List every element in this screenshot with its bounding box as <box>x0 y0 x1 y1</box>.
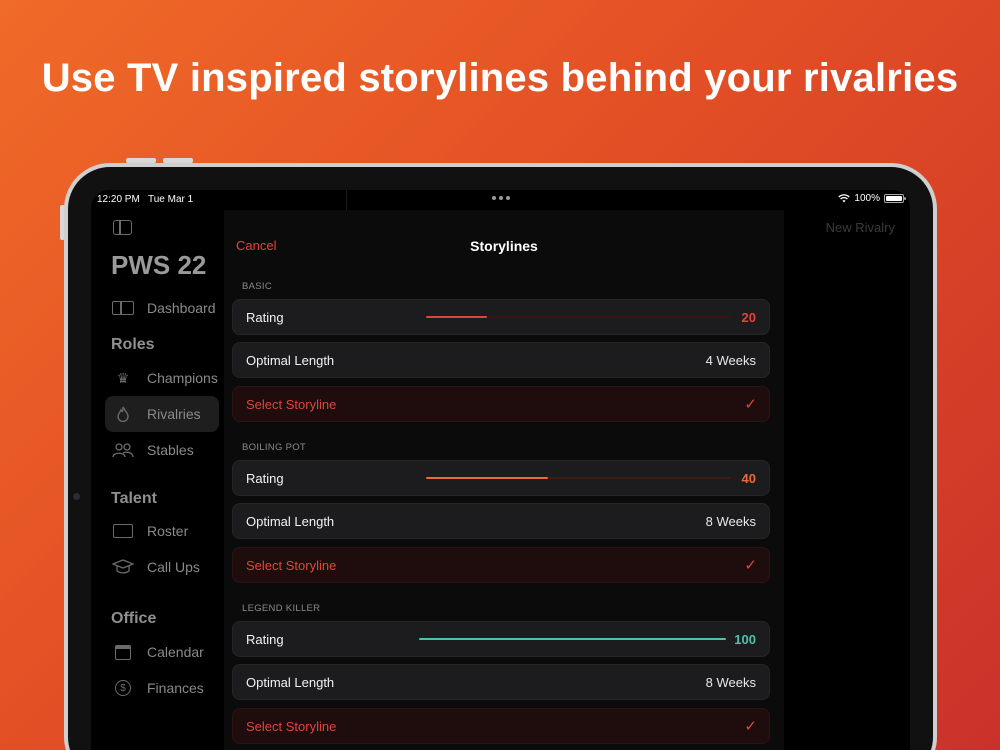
dashboard-icon <box>111 299 135 317</box>
rating-label: Rating <box>246 470 284 486</box>
sidebar-item-dashboard[interactable]: Dashboard <box>105 290 219 326</box>
sidebar-item-label: Champions <box>147 370 218 386</box>
optimal-length-label: Optimal Length <box>246 674 335 690</box>
status-right: 100% <box>838 193 906 204</box>
sidebar-item-label: Finances <box>147 680 204 696</box>
sidebar-item-callups[interactable]: Call Ups <box>105 549 219 585</box>
sidebar-item-label: Stables <box>147 442 194 458</box>
sidebar-item-label: Roster <box>147 523 189 539</box>
sidebar-item-label: Rivalries <box>147 406 201 422</box>
rating-label: Rating <box>246 309 284 325</box>
screen: 12:20 PM Tue Mar 1 100% PWS 22 Dashboard… <box>91 190 910 750</box>
battery-percent: 100% <box>854 193 880 204</box>
status-bar: 12:20 PM Tue Mar 1 100% <box>91 190 910 210</box>
select-storyline-button[interactable]: Select Storyline ✓ <box>232 708 770 744</box>
rating-row: Rating 40 <box>232 460 770 496</box>
optimal-length-value: 8 Weeks <box>705 513 756 529</box>
rating-slider[interactable] <box>426 477 731 479</box>
select-storyline-button[interactable]: Select Storyline ✓ <box>232 386 770 422</box>
rating-value: 20 <box>741 309 756 325</box>
optimal-length-row: Optimal Length 8 Weeks <box>232 664 770 700</box>
battery-icon <box>884 194 906 203</box>
optimal-length-value: 8 Weeks <box>705 674 756 690</box>
sidebar-item-rivalries[interactable]: Rivalries <box>105 396 219 432</box>
rating-value: 100 <box>734 631 756 647</box>
optimal-length-label: Optimal Length <box>246 352 335 368</box>
rating-slider[interactable] <box>426 316 731 318</box>
select-storyline-label: Select Storyline <box>246 396 337 412</box>
status-time: 12:20 PM <box>97 194 140 205</box>
wifi-icon <box>838 194 851 203</box>
sidebar-item-label: Call Ups <box>147 559 200 575</box>
select-storyline-label: Select Storyline <box>246 718 337 734</box>
optimal-length-row: Optimal Length 4 Weeks <box>232 342 770 378</box>
section-talent: Talent <box>111 490 157 507</box>
sidebar: PWS 22 Dashboard Roles ♛ Champions Rival… <box>91 210 226 750</box>
select-storyline-button[interactable]: Select Storyline ✓ <box>232 547 770 583</box>
sidebar-item-calendar[interactable]: Calendar <box>105 634 219 670</box>
section-office: Office <box>111 610 157 627</box>
rating-row: Rating 20 <box>232 299 770 335</box>
storylines-sheet: Cancel Storylines BASIC Rating 20 Optima… <box>224 210 784 750</box>
sidebar-item-roster[interactable]: Roster <box>105 513 219 549</box>
sidebar-item-stables[interactable]: Stables <box>105 432 219 468</box>
rating-value: 40 <box>741 470 756 486</box>
checkmark-icon: ✓ <box>744 557 757 574</box>
new-rivalry-title: New Rivalry <box>825 220 895 235</box>
camera-icon <box>73 493 80 500</box>
optimal-length-row: Optimal Length 8 Weeks <box>232 503 770 539</box>
sheet-title: Storylines <box>470 238 538 254</box>
headline: Use TV inspired storylines behind your r… <box>41 56 959 100</box>
id-card-icon <box>111 522 135 540</box>
rating-label: Rating <box>246 631 284 647</box>
checkmark-icon: ✓ <box>744 718 757 735</box>
optimal-length-label: Optimal Length <box>246 513 335 529</box>
sidebar-item-label: Dashboard <box>147 300 216 316</box>
dollar-coin-icon: $ <box>111 679 135 697</box>
group-label: LEGEND KILLER <box>242 603 321 614</box>
sidebar-item-label: Calendar <box>147 644 204 660</box>
select-storyline-label: Select Storyline <box>246 557 337 573</box>
divider <box>346 190 347 212</box>
sidebar-toggle-icon[interactable] <box>113 220 132 235</box>
group-label: BOILING POT <box>242 442 307 453</box>
group-label: BASIC <box>242 281 273 292</box>
app-title: PWS 22 <box>111 250 207 280</box>
sheet-header: Cancel Storylines <box>224 210 784 260</box>
graduation-cap-icon <box>111 558 135 576</box>
optimal-length-value: 4 Weeks <box>705 352 756 368</box>
section-roles: Roles <box>111 336 155 353</box>
people-icon <box>111 441 135 459</box>
sidebar-item-champions[interactable]: ♛ Champions <box>105 360 219 396</box>
rating-row: Rating 100 <box>232 621 770 657</box>
status-date: Tue Mar 1 <box>148 194 194 205</box>
calendar-icon <box>111 643 135 661</box>
sidebar-item-finances[interactable]: $ Finances <box>105 670 219 706</box>
crown-icon: ♛ <box>116 369 130 386</box>
flame-icon <box>111 405 135 423</box>
multitasking-dots-icon[interactable] <box>492 196 510 200</box>
checkmark-icon: ✓ <box>744 396 757 413</box>
rating-slider[interactable] <box>419 638 726 640</box>
